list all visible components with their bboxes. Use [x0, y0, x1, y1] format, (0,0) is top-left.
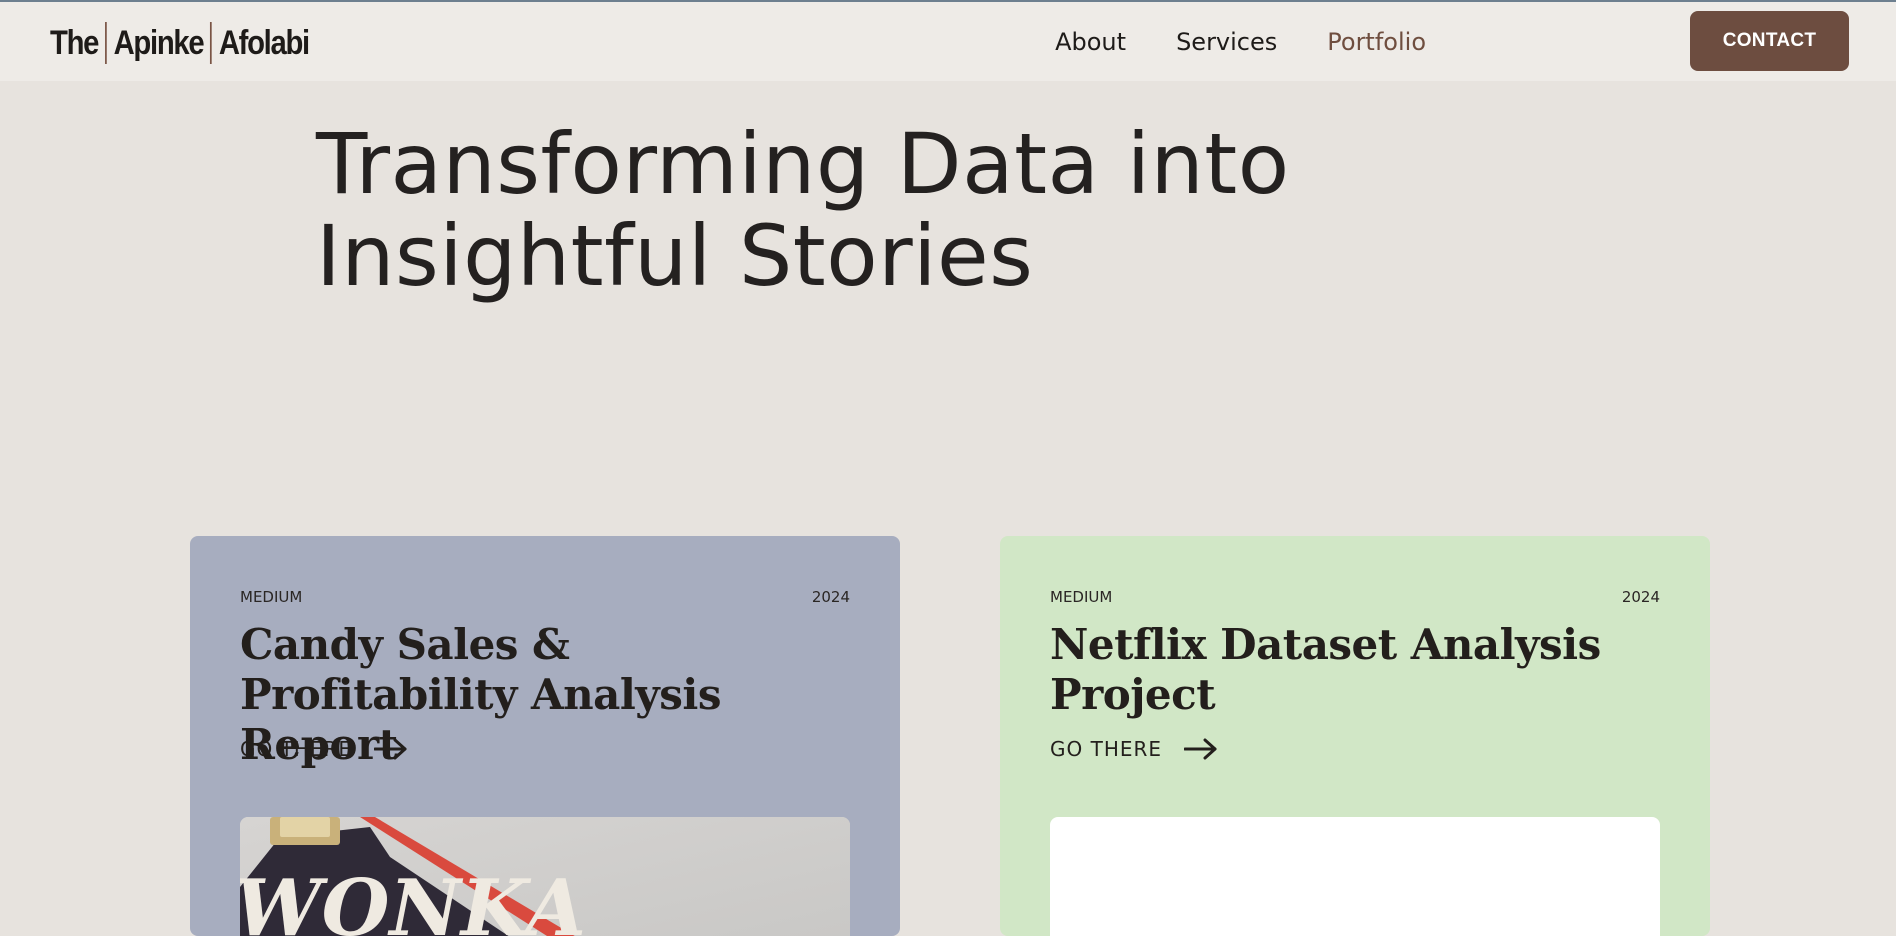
- brand-logo[interactable]: The Apinke Afolabi: [50, 22, 310, 64]
- card-source: MEDIUM: [240, 588, 303, 606]
- brand-word-the: The: [50, 23, 99, 62]
- nav-link-services[interactable]: Services: [1176, 28, 1277, 56]
- brand-word-apinke: Apinke: [113, 23, 205, 62]
- hero-title-line-1: Transforming Data into: [316, 115, 1290, 213]
- card-year: 2024: [811, 588, 850, 606]
- site-header: The Apinke Afolabi About Services Portfo…: [0, 2, 1896, 81]
- card-meta: MEDIUM 2024: [240, 588, 850, 606]
- card-year: 2024: [1621, 588, 1660, 606]
- brand-word-afolabi: Afolabi: [218, 23, 310, 62]
- hero-title: Transforming Data into Insightful Storie…: [316, 118, 1516, 302]
- go-there-label: GO THERE: [240, 737, 353, 761]
- card-meta: MEDIUM 2024: [1050, 588, 1660, 606]
- hero-title-line-2: Insightful Stories: [316, 207, 1034, 305]
- nav-link-about[interactable]: About: [1055, 28, 1126, 56]
- card-thumbnail-candy[interactable]: WONKA: [240, 817, 850, 936]
- card-source: MEDIUM: [1050, 588, 1113, 606]
- brand-divider: [104, 22, 107, 64]
- project-card-netflix[interactable]: MEDIUM 2024 Netflix Dataset Analysis Pro…: [1000, 536, 1710, 936]
- wonka-bar-image: WONKA: [240, 817, 850, 936]
- nav-link-portfolio[interactable]: Portfolio: [1327, 28, 1426, 56]
- main-nav: About Services Portfolio: [1055, 28, 1426, 56]
- go-there-link[interactable]: GO THERE: [1050, 737, 1218, 761]
- go-there-label: GO THERE: [1050, 737, 1163, 761]
- card-title: Netflix Dataset Analysis Project: [1050, 620, 1601, 719]
- card-thumbnail-netflix[interactable]: [1050, 817, 1660, 936]
- arrow-right-icon: [1184, 738, 1218, 760]
- contact-button[interactable]: CONTACT: [1690, 11, 1849, 71]
- arrow-right-icon: [374, 738, 408, 760]
- project-card-candy-sales[interactable]: MEDIUM 2024 Candy Sales & Profitability …: [190, 536, 900, 936]
- go-there-link[interactable]: GO THERE: [240, 737, 408, 761]
- wonka-image-text: WONKA: [240, 863, 586, 936]
- brand-divider: [210, 22, 212, 64]
